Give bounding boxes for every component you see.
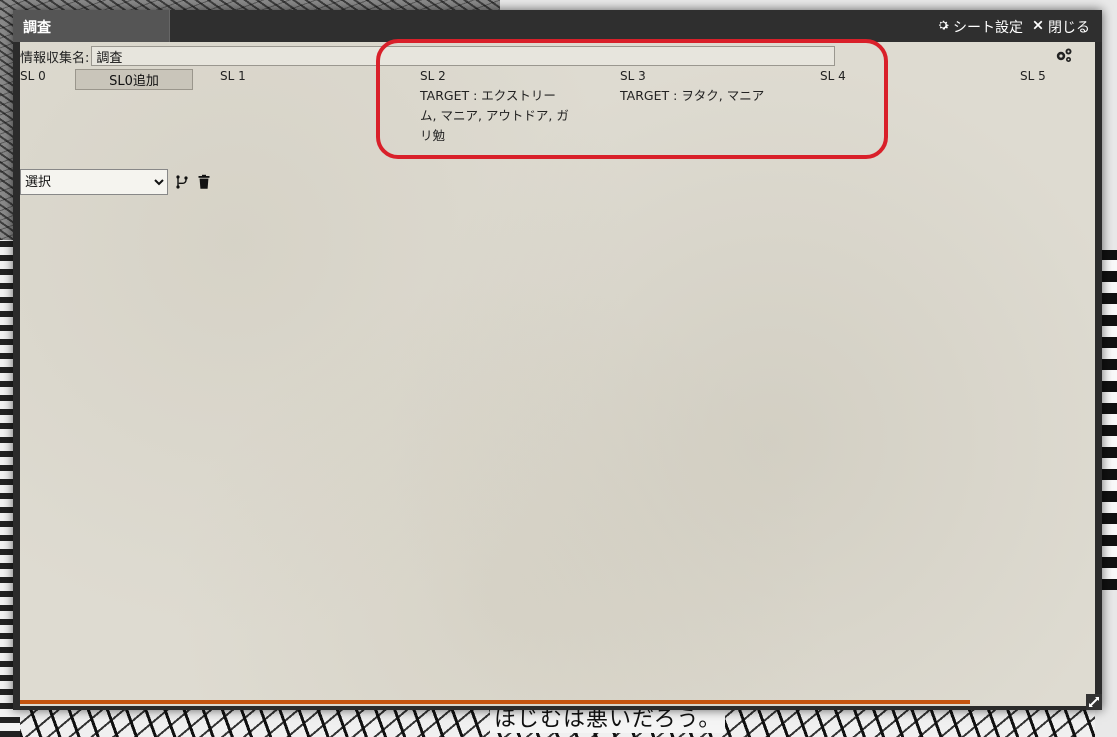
- item-select[interactable]: 選択: [20, 169, 168, 195]
- select-row: 選択: [20, 169, 212, 195]
- name-label: 情報収集名:: [20, 50, 90, 66]
- resize-handle[interactable]: [1086, 694, 1102, 710]
- gear-icon: [936, 18, 950, 36]
- resize-icon: [1089, 697, 1099, 707]
- sl-column-1: SL 1: [220, 69, 246, 86]
- trash-icon[interactable]: [196, 174, 212, 190]
- dialog-title: 調査: [23, 20, 51, 36]
- close-button[interactable]: 閉じる: [1031, 17, 1090, 37]
- gears-icon[interactable]: [1055, 47, 1073, 63]
- close-icon: [1031, 18, 1045, 36]
- progress-bar: [20, 700, 970, 704]
- investigation-dialog: 調査 シート設定 閉じる 情報収集名: SL 0: [13, 10, 1102, 710]
- sl-label: SL 1: [220, 69, 246, 83]
- title-actions: シート設定 閉じる: [936, 17, 1090, 37]
- sheet-settings-label: シート設定: [953, 20, 1023, 36]
- sl0-add-button[interactable]: SL0追加: [75, 69, 193, 90]
- highlight-annotation: [376, 39, 888, 159]
- dialog-tab[interactable]: 調査: [13, 10, 170, 42]
- sl-label: SL 5: [1020, 69, 1046, 83]
- dialog-titlebar[interactable]: 調査 シート設定 閉じる: [13, 10, 1102, 42]
- sheet-settings-button[interactable]: シート設定: [936, 17, 1023, 37]
- sl-column-0: SL 0: [20, 69, 46, 86]
- sl-column-5: SL 5: [1020, 69, 1046, 86]
- close-label: 閉じる: [1048, 20, 1090, 36]
- branch-icon[interactable]: [174, 174, 190, 190]
- sl-label: SL 0: [20, 69, 46, 83]
- dialog-body: 情報収集名: SL 0 SL0追加 SL 1 SL 2 TARGET : エクス…: [20, 39, 1095, 706]
